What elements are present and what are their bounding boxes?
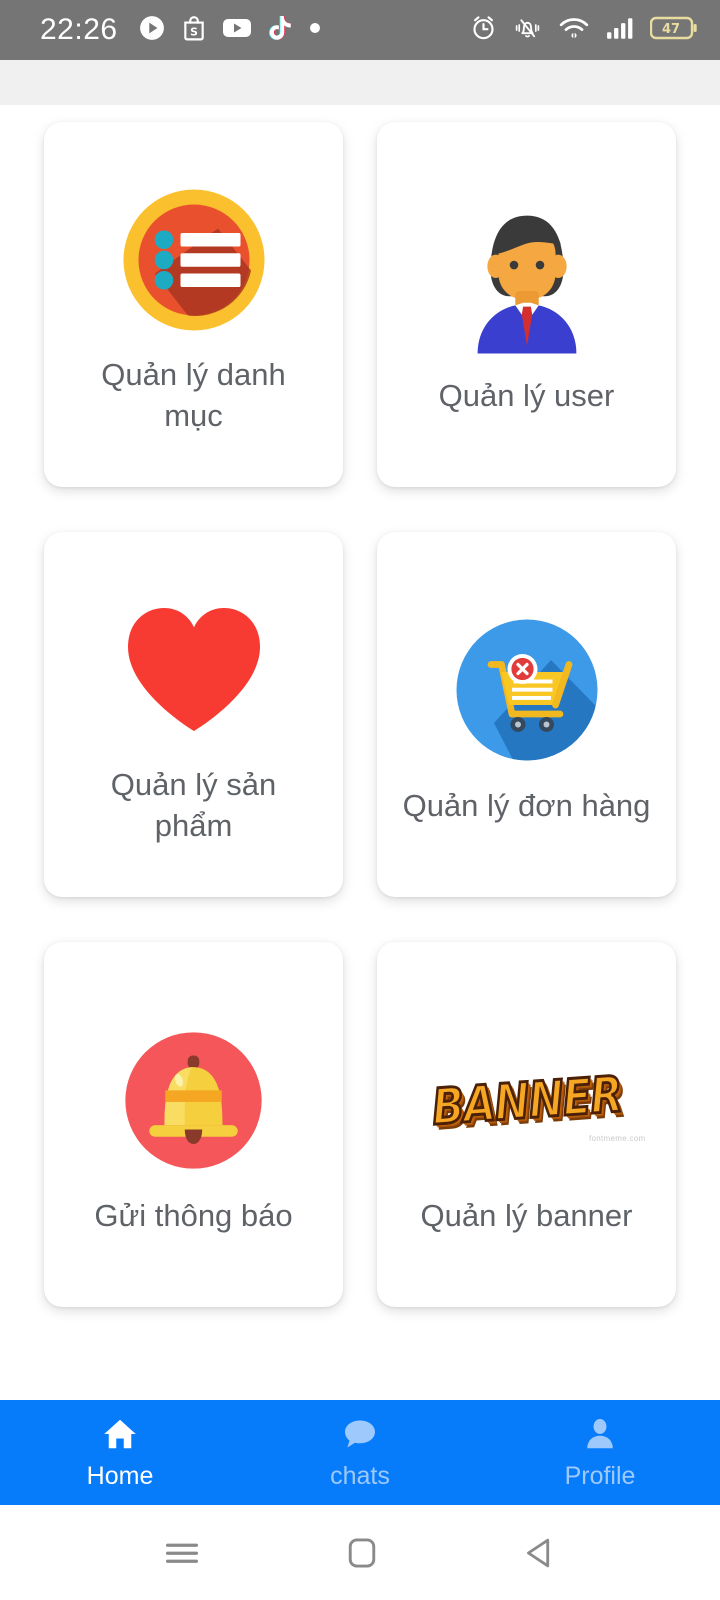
menu-card-notification[interactable]: Gửi thông báo xyxy=(44,942,343,1307)
bell-muted-icon xyxy=(513,15,542,46)
menu-card-label: Gửi thông báo xyxy=(94,1197,293,1233)
menu-card-category[interactable]: Quản lý danh mục xyxy=(44,122,343,487)
home-button[interactable] xyxy=(345,1536,379,1570)
bell-notification-icon xyxy=(121,1013,266,1188)
triangle-left-icon xyxy=(527,1538,550,1567)
battery-level: 47 xyxy=(662,22,680,37)
banner-wordart-icon: BANNER fontmeme.com xyxy=(412,1013,645,1188)
nav-item-home[interactable]: Home xyxy=(0,1400,240,1505)
banner-wordart-text: BANNER xyxy=(428,1063,624,1137)
menu-card-product[interactable]: Quản lý sản phẩm xyxy=(44,532,343,897)
rounded-square-icon xyxy=(348,1537,376,1568)
nav-label: Home xyxy=(86,1462,154,1490)
menu-grid: Quản lý danh mục Quản lý user Quản lý sả… xyxy=(0,122,720,1307)
phone-screen: 22:26 S 47 Quản lý danh mục Quản lý user… xyxy=(0,0,720,1600)
businessman-avatar-icon xyxy=(462,193,592,368)
menu-card-label: Quản lý banner xyxy=(420,1197,633,1233)
shopping-cart-remove-icon xyxy=(452,603,602,778)
menu-card-label: Quản lý danh mục xyxy=(101,357,286,433)
notification-dot-icon xyxy=(309,21,321,39)
bottom-navigation: Home chats Profile xyxy=(0,1400,720,1505)
hamburger-icon xyxy=(165,1543,198,1563)
wifi-icon xyxy=(558,15,590,46)
menu-card-label: Quản lý sản phẩm xyxy=(110,767,277,843)
menu-card-label: Quản lý user xyxy=(438,377,615,413)
main-content: Quản lý danh mục Quản lý user Quản lý sả… xyxy=(0,105,720,1400)
tiktok-icon xyxy=(268,15,292,46)
status-bar-right: 47 xyxy=(470,14,698,47)
home-icon xyxy=(101,1416,139,1457)
svg-text:S: S xyxy=(190,25,198,38)
play-store-icon xyxy=(139,15,165,46)
nav-item-profile[interactable]: Profile xyxy=(480,1400,720,1505)
person-icon xyxy=(581,1416,619,1457)
chat-bubble-icon xyxy=(341,1416,379,1457)
category-list-icon xyxy=(119,172,269,347)
menu-card-banner[interactable]: BANNER fontmeme.com Quản lý banner xyxy=(377,942,676,1307)
nav-item-chats[interactable]: chats xyxy=(240,1400,480,1505)
battery-icon: 47 xyxy=(649,14,698,47)
menu-card-label: Quản lý đơn hàng xyxy=(402,787,651,823)
youtube-icon xyxy=(222,17,251,44)
nav-label: chats xyxy=(330,1462,390,1490)
menu-card-order[interactable]: Quản lý đơn hàng xyxy=(377,532,676,897)
alarm-clock-icon xyxy=(470,14,497,46)
shopee-icon: S xyxy=(182,15,206,46)
status-bar-left: 22:26 S xyxy=(40,15,321,46)
menu-card-user[interactable]: Quản lý user xyxy=(377,122,676,487)
cellular-signal-icon xyxy=(606,15,634,46)
heart-icon xyxy=(119,582,269,757)
recents-button[interactable] xyxy=(162,1536,202,1570)
status-clock: 22:26 xyxy=(40,13,118,46)
back-button[interactable] xyxy=(522,1536,558,1570)
system-navigation-bar xyxy=(0,1505,720,1600)
banner-watermark: fontmeme.com xyxy=(588,1134,646,1144)
nav-label: Profile xyxy=(564,1462,636,1490)
app-bar xyxy=(0,60,720,105)
status-bar: 22:26 S 47 xyxy=(0,0,720,60)
